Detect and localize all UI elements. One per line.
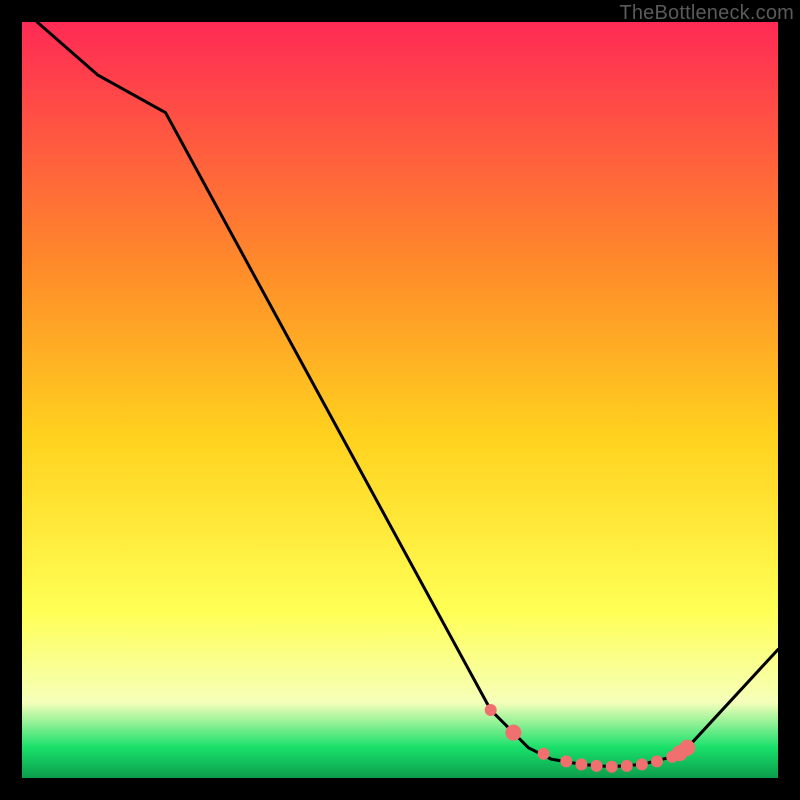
plot-area (22, 22, 778, 778)
bottleneck-curve (37, 22, 778, 767)
highlight-dot (651, 755, 663, 767)
highlight-dot (560, 755, 572, 767)
highlight-dot (575, 758, 587, 770)
chart-frame: TheBottleneck.com (0, 0, 800, 800)
highlight-dot (485, 704, 497, 716)
highlight-dot (538, 748, 550, 760)
attribution-text: TheBottleneck.com (619, 2, 794, 25)
highlight-dot (679, 740, 695, 756)
highlight-dot (591, 760, 603, 772)
highlight-dot (505, 725, 521, 741)
highlight-dots (485, 704, 696, 773)
highlight-dot (606, 761, 618, 773)
highlight-dot (621, 760, 633, 772)
chart-svg (22, 22, 778, 778)
highlight-dot (636, 758, 648, 770)
